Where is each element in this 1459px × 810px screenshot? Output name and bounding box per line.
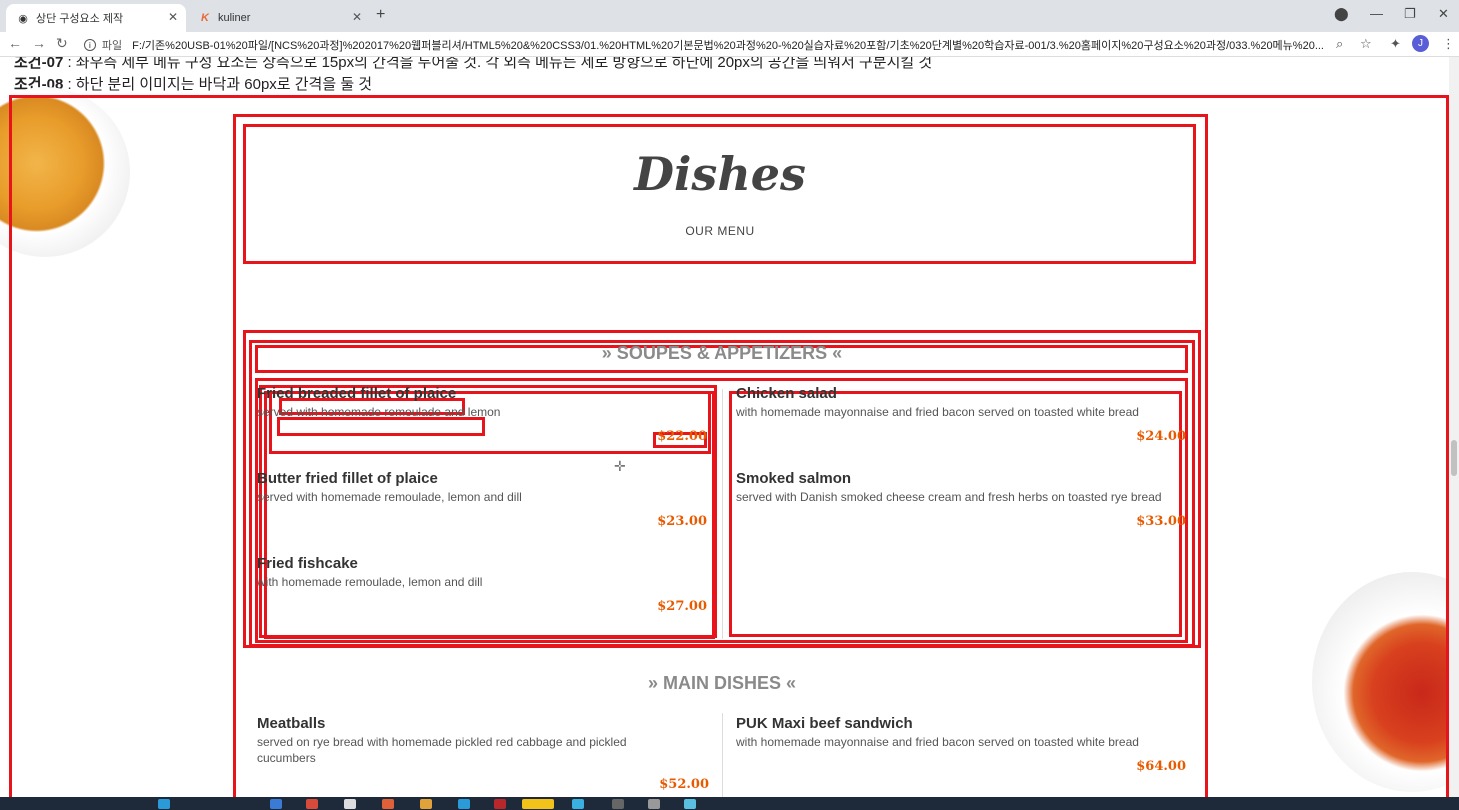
taskbar-app-icon[interactable] [382, 799, 394, 809]
taskbar-app-icon[interactable] [270, 799, 282, 809]
url-field[interactable]: i 파일 F:/기존%20USB-01%20파일/[NCS%20과정]%2020… [84, 35, 1324, 55]
tab-label: kuliner [218, 12, 251, 24]
tab-bar: ◉ 상단 구성요소 제작 ✕ K kuliner ✕ + ⬤ — ❐ ✕ [0, 0, 1459, 32]
item-description: served with Danish smoked cheese cream a… [736, 490, 1162, 504]
taskbar-app-icon[interactable] [494, 799, 506, 809]
close-icon[interactable]: ✕ [168, 10, 178, 24]
item-name: Fried fishcake [257, 555, 358, 572]
item-price: $52.00 [659, 777, 709, 792]
menu-title: Dishes [634, 147, 806, 201]
menu-item: Chicken salad with homemade mayonnaise a… [736, 385, 1186, 455]
reload-icon[interactable]: ↻ [56, 35, 68, 52]
item-name: Chicken salad [736, 385, 837, 402]
new-tab-button[interactable]: + [376, 6, 385, 24]
scrollbar-thumb[interactable] [1451, 440, 1457, 476]
url-text: F:/기존%20USB-01%20파일/[NCS%20과정]%202017%20… [132, 40, 1324, 52]
item-description: with homemade mayonnaise and fried bacon… [736, 405, 1139, 419]
item-price: $27.00 [657, 599, 707, 614]
url-scheme-label: 파일 [101, 40, 123, 52]
tab-kuliner[interactable]: K kuliner ✕ [188, 4, 370, 32]
menu-item: Smoked salmon served with Danish smoked … [736, 470, 1186, 540]
info-icon[interactable]: i [84, 39, 96, 51]
item-description: served on rye bread with homemade pickle… [257, 735, 627, 765]
menu-item: PUK Maxi beef sandwich with homemade may… [736, 715, 1186, 795]
profile-menu-icon[interactable]: ⬤ [1334, 6, 1349, 22]
item-price: $33.00 [1136, 514, 1186, 529]
item-price: $64.00 [1136, 759, 1186, 774]
extensions-icon[interactable]: ✦ [1390, 36, 1401, 52]
taskbar-app-icon[interactable] [648, 799, 660, 809]
item-description: with homemade remoulade, lemon and dill [257, 575, 483, 589]
column-divider [722, 713, 723, 797]
item-name: Meatballs [257, 715, 326, 732]
item-name: Fried breaded fillet of plaice [257, 385, 457, 402]
taskbar [0, 797, 1459, 810]
globe-icon: ◉ [18, 12, 28, 25]
taskbar-app-icon[interactable] [420, 799, 432, 809]
item-name: PUK Maxi beef sandwich [736, 715, 913, 732]
avatar[interactable]: J [1412, 35, 1429, 52]
column-divider [722, 389, 723, 639]
taskbar-app-icon[interactable] [612, 799, 624, 809]
taskbar-app-icon[interactable] [572, 799, 584, 809]
taskbar-app-icon[interactable] [158, 799, 170, 809]
item-description: served with homemade remoulade and lemon [257, 405, 501, 419]
item-name: Butter fried fillet of plaice [257, 470, 438, 487]
item-description: served with homemade remoulade, lemon an… [257, 490, 522, 504]
item-price: $23.00 [657, 514, 707, 529]
menu-item: Meatballs served on rye bread with homem… [257, 715, 709, 795]
star-icon[interactable]: ☆ [1360, 36, 1372, 52]
close-window-button[interactable]: ✕ [1438, 6, 1449, 22]
menu-item: Fried breaded fillet of plaice served wi… [257, 385, 707, 455]
back-icon[interactable]: ← [8, 35, 22, 51]
taskbar-app-icon[interactable] [458, 799, 470, 809]
taskbar-app-icon[interactable] [306, 799, 318, 809]
item-description: with homemade mayonnaise and fried bacon… [736, 735, 1139, 749]
address-bar: ← → ↻ i 파일 F:/기존%20USB-01%20파일/[NCS%20과정… [0, 32, 1459, 57]
section-heading-soups: » SOUPES & APPETIZERS « [601, 343, 843, 363]
page-content: 조건-07 : 좌우측 세부 메뉴 구성 요소는 상측으로 15px의 간격을 … [0, 57, 1459, 797]
menu-subtitle: OUR MENU [685, 224, 755, 238]
taskbar-app-icon[interactable] [344, 799, 356, 809]
tab-active[interactable]: ◉ 상단 구성요소 제작 ✕ [6, 4, 186, 32]
item-price: $24.00 [1136, 429, 1186, 444]
section-heading-main: » MAIN DISHES « [647, 673, 797, 693]
restore-button[interactable]: ❐ [1404, 6, 1416, 22]
k-logo-icon: K [201, 12, 209, 24]
menu-item: Butter fried fillet of plaice served wit… [257, 470, 707, 540]
item-name: Smoked salmon [736, 470, 852, 487]
vertical-scrollbar[interactable] [1449, 57, 1459, 797]
condition-text: : 좌우측 세부 메뉴 구성 요소는 상측으로 15px의 간격을 두어줄 것.… [63, 57, 933, 71]
forward-icon[interactable]: → [32, 35, 46, 51]
condition-text: : 하단 분리 이미지는 바닥과 60px로 간격을 둘 것 [63, 76, 373, 93]
item-price: $22.00 [657, 429, 707, 444]
tab-label: 상단 구성요소 제작 [36, 13, 124, 25]
minimize-button[interactable]: — [1370, 6, 1383, 21]
move-cursor-icon: ✛ [614, 458, 626, 474]
zoom-icon[interactable]: ⌕ [1336, 36, 1343, 52]
close-icon[interactable]: ✕ [352, 10, 362, 24]
condition-07: 조건-07 : 좌우측 세부 메뉴 구성 요소는 상측으로 15px의 간격을 … [14, 57, 932, 72]
taskbar-app-icon[interactable] [684, 799, 696, 809]
menu-item: Fried fishcake with homemade remoulade, … [257, 555, 707, 625]
taskbar-app-icon[interactable] [522, 799, 554, 809]
more-menu-icon[interactable]: ⋮ [1442, 36, 1455, 52]
condition-label: 조건-07 [14, 57, 64, 71]
